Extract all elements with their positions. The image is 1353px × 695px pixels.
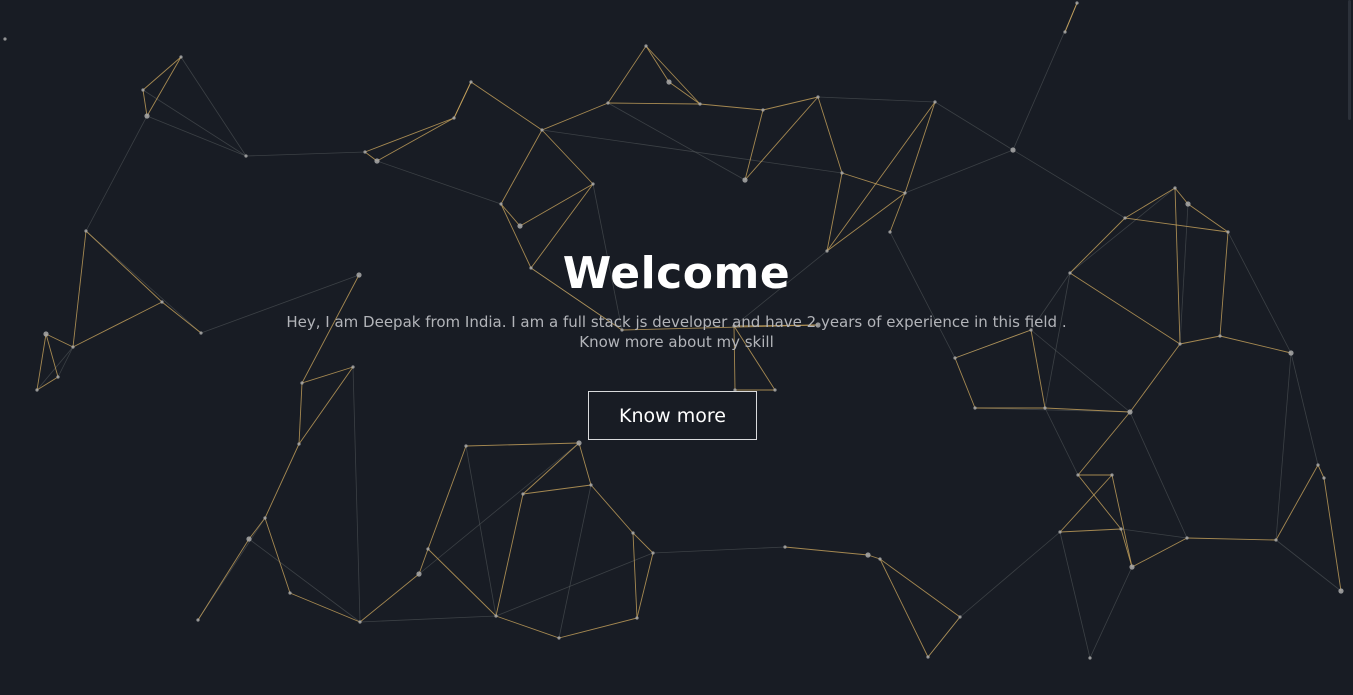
hero-section: Welcome Hey, I am Deepak from India. I a… xyxy=(0,0,1353,695)
page: Welcome Hey, I am Deepak from India. I a… xyxy=(0,0,1353,695)
know-more-button[interactable]: Know more xyxy=(588,391,757,440)
description-line-skill: Know more about my skill xyxy=(579,333,774,351)
hero-description: Hey, I am Deepak from India. I am a full… xyxy=(0,312,1353,352)
description-line-intro: Hey, I am Deepak from India. I am a full… xyxy=(286,313,1067,331)
page-title: Welcome xyxy=(562,248,791,299)
